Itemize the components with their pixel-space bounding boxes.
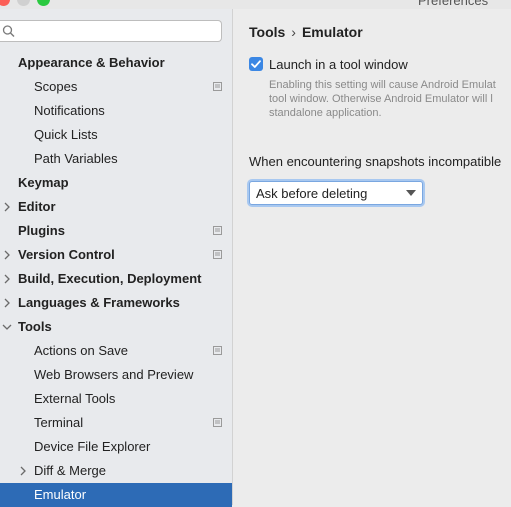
- settings-sidebar: Appearance & Behavior Scopes Notifications…: [0, 9, 233, 507]
- chevron-down-icon[interactable]: [2, 322, 12, 332]
- tree-item-label: Web Browsers and Preview: [34, 367, 194, 382]
- tree-item-label: Terminal: [34, 415, 84, 430]
- breadcrumb-current: Emulator: [301, 24, 363, 40]
- help-line: Enabling this setting will cause Android…: [269, 79, 496, 91]
- breadcrumb-parent[interactable]: Tools: [249, 24, 285, 40]
- tree-item-version-control[interactable]: Version Control: [0, 243, 232, 267]
- tree-item-device-file-explorer[interactable]: Device File Explorer: [0, 435, 232, 459]
- project-level-icon: [213, 418, 222, 427]
- tree-item-label: External Tools: [34, 391, 116, 406]
- window-title: Preferences: [418, 0, 489, 8]
- minimize-window-button[interactable]: [17, 0, 30, 6]
- tree-item-label: Scopes: [34, 79, 78, 94]
- zoom-window-button[interactable]: [37, 0, 50, 6]
- tree-item-editor[interactable]: Editor: [0, 195, 232, 219]
- breadcrumb-separator: ›: [291, 24, 296, 40]
- tree-item-scopes[interactable]: Scopes: [0, 75, 232, 99]
- tree-item-label: Languages & Frameworks: [18, 295, 180, 310]
- tree-item-label: Appearance & Behavior: [18, 55, 165, 70]
- chevron-right-icon[interactable]: [2, 274, 12, 284]
- project-level-icon: [213, 346, 222, 355]
- launch-help-text: Enabling this setting will cause Android…: [269, 78, 511, 120]
- search-icon: [2, 25, 15, 37]
- tree-item-label: Keymap: [18, 175, 69, 190]
- tree-item-external-tools[interactable]: External Tools: [0, 387, 232, 411]
- project-level-icon: [213, 82, 222, 91]
- tree-item-label: Tools: [18, 319, 52, 334]
- tree-item-label: Version Control: [18, 247, 115, 262]
- tree-item-terminal[interactable]: Terminal: [0, 411, 232, 435]
- snapshot-action-value: Ask before deleting: [256, 186, 368, 201]
- tree-item-build-execution-deployment[interactable]: Build, Execution, Deployment: [0, 267, 232, 291]
- tree-item-quick-lists[interactable]: Quick Lists: [0, 123, 232, 147]
- launch-in-tool-window-label[interactable]: Launch in a tool window: [269, 57, 408, 72]
- help-line: standalone application.: [269, 107, 382, 119]
- tree-item-actions-on-save[interactable]: Actions on Save: [0, 339, 232, 363]
- tree-item-web-browsers-preview[interactable]: Web Browsers and Preview: [0, 363, 232, 387]
- tree-item-label: Quick Lists: [34, 127, 98, 142]
- chevron-right-icon[interactable]: [18, 466, 28, 476]
- chevron-right-icon[interactable]: [2, 298, 12, 308]
- snapshot-action-dropdown[interactable]: Ask before deleting: [249, 181, 423, 205]
- tree-item-path-variables[interactable]: Path Variables: [0, 147, 232, 171]
- tree-item-keymap[interactable]: Keymap: [0, 171, 232, 195]
- settings-content: Tools › Emulator Launch in a tool window E…: [233, 9, 511, 505]
- launch-in-tool-window-checkbox[interactable]: [249, 57, 263, 71]
- settings-search-field[interactable]: [0, 20, 222, 42]
- tree-item-label: Emulator: [34, 487, 87, 502]
- tree-item-appearance-behavior[interactable]: Appearance & Behavior: [0, 51, 232, 75]
- snapshot-incompatible-label: When encountering snapshots incompatible: [249, 154, 502, 169]
- chevron-right-icon[interactable]: [2, 250, 12, 260]
- tree-item-label: Actions on Save: [34, 343, 128, 358]
- tree-item-label: Plugins: [18, 223, 65, 238]
- tree-item-label: Device File Explorer: [34, 439, 151, 454]
- window-titlebar: Preferences: [0, 0, 511, 9]
- tree-item-plugins[interactable]: Plugins: [0, 219, 232, 243]
- tree-item-languages-frameworks[interactable]: Languages & Frameworks: [0, 291, 232, 315]
- breadcrumb: Tools › Emulator: [249, 24, 363, 40]
- tree-item-label: Notifications: [34, 103, 105, 118]
- chevron-down-icon: [406, 190, 416, 196]
- project-level-icon: [213, 250, 222, 259]
- tree-item-label: Diff & Merge: [34, 463, 107, 478]
- tree-item-diff-merge[interactable]: Diff & Merge: [0, 459, 232, 483]
- project-level-icon: [213, 226, 222, 235]
- tree-item-label: Path Variables: [34, 151, 118, 166]
- tree-item-tools[interactable]: Tools: [0, 315, 232, 339]
- help-line: tool window. Otherwise Android Emulator …: [269, 93, 493, 105]
- close-window-button[interactable]: [0, 0, 10, 6]
- tree-item-notifications[interactable]: Notifications: [0, 99, 232, 123]
- tree-item-label: Editor: [18, 199, 56, 214]
- checkmark-icon: [251, 60, 261, 68]
- chevron-right-icon[interactable]: [2, 202, 12, 212]
- tree-item-label: Build, Execution, Deployment: [18, 271, 202, 286]
- tree-item-emulator[interactable]: Emulator: [0, 483, 232, 507]
